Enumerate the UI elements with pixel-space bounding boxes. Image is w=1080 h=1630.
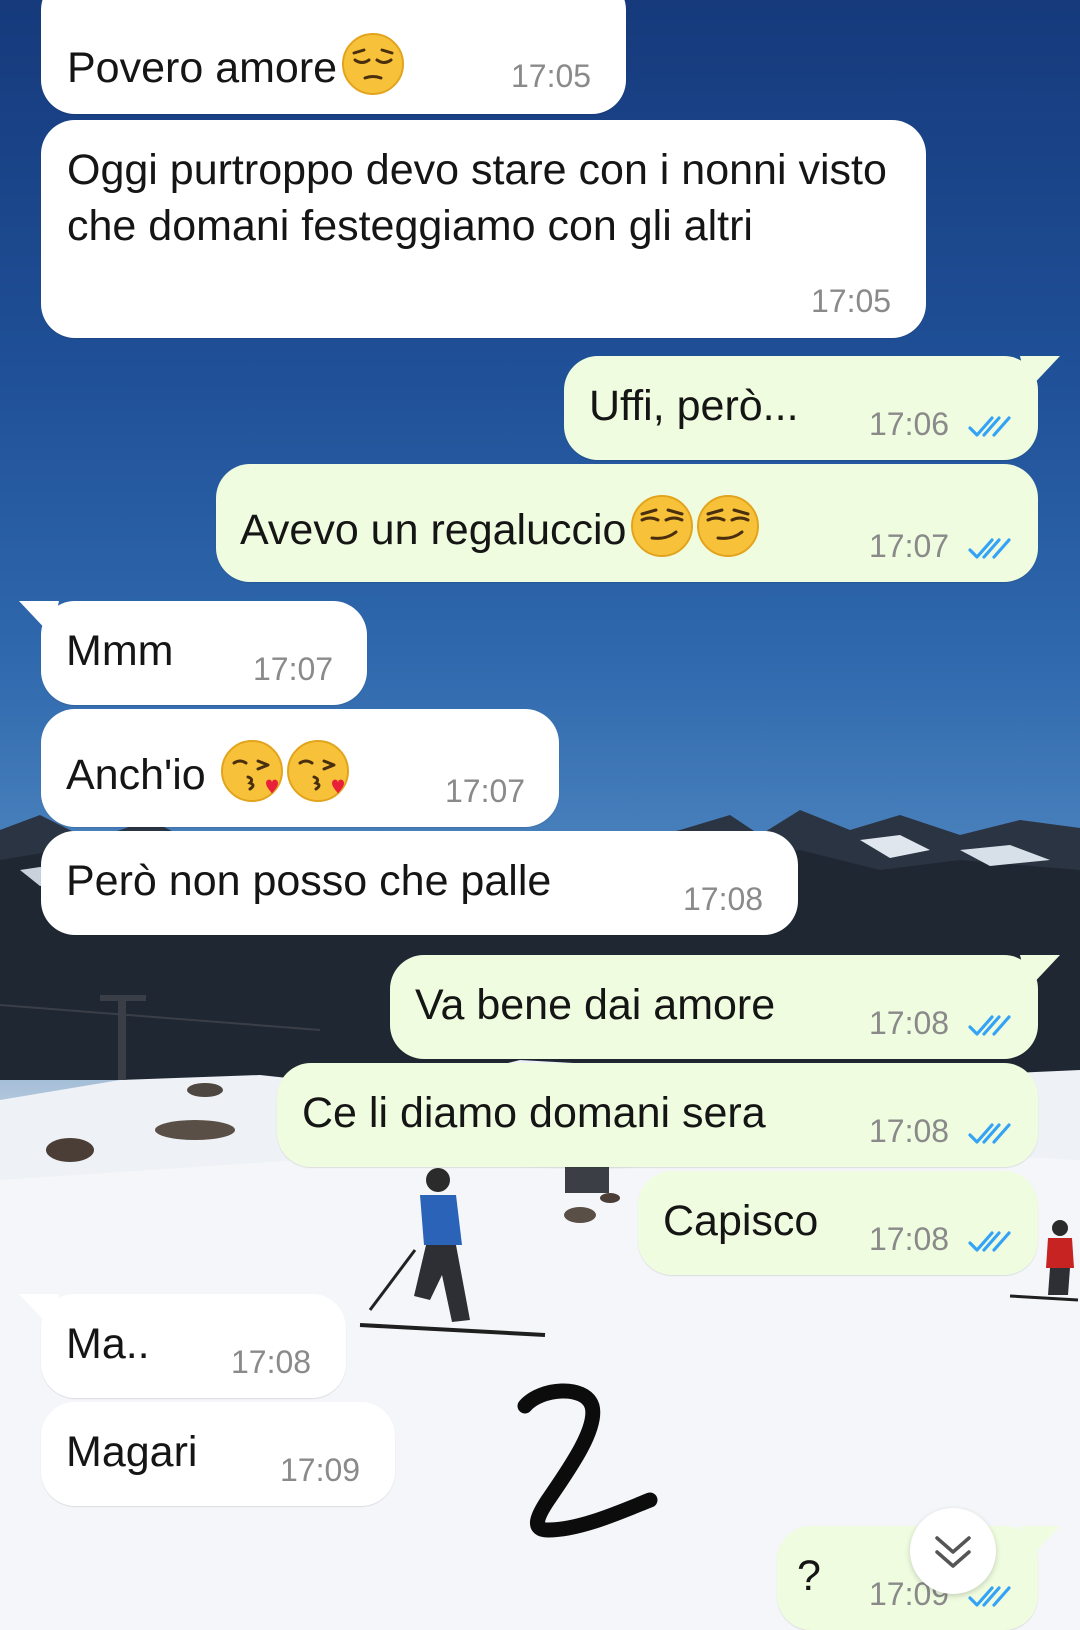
message-time: 17:08 [869, 1221, 950, 1257]
bubble-tail [1020, 955, 1060, 989]
message-text: Uffi, però... [589, 382, 799, 430]
message-time: 17:08 [869, 1005, 950, 1041]
message-time: 17:08 [869, 1113, 950, 1149]
bubble-tail [19, 1294, 59, 1328]
smirking-face-emoji-icon [696, 494, 760, 558]
message-text: ? [797, 1552, 821, 1600]
double-check-read-icon [968, 1015, 1011, 1036]
double-check-read-icon [968, 1123, 1011, 1144]
message-time: 17:06 [869, 406, 950, 442]
message-incoming[interactable]: Oggi purtroppo devo stare con i nonni vi… [41, 120, 926, 338]
message-text: Magari [66, 1428, 198, 1476]
message-text: Oggi purtroppo devo stare con i nonni vi… [67, 146, 887, 250]
message-text: Mmm [66, 627, 174, 675]
face-blowing-kiss-emoji-icon [220, 739, 284, 803]
message-time: 17:05 [811, 283, 892, 319]
message-time: 17:08 [683, 881, 764, 917]
double-check-read-icon [968, 538, 1011, 559]
pensive-face-emoji-icon [341, 32, 405, 96]
message-incoming[interactable]: Però non posso che palle 17:08 [41, 831, 798, 935]
message-incoming[interactable]: Mmm 17:07 [19, 601, 367, 705]
message-text: Capisco [663, 1197, 819, 1245]
double-check-read-icon [968, 416, 1011, 437]
message-incoming[interactable]: Povero amore 17:05 [41, 0, 626, 114]
message-text: Va bene dai amore [415, 981, 776, 1029]
message-time: 17:05 [511, 58, 592, 94]
message-outgoing[interactable]: Ce li diamo domani sera 17:08 [277, 1063, 1038, 1167]
bubble-tail [1020, 356, 1060, 390]
message-text: Povero amore [67, 44, 338, 92]
message-text: Anch'io [66, 751, 206, 799]
message-text: Però non posso che palle [66, 857, 552, 905]
message-incoming[interactable]: Ma.. 17:08 [19, 1294, 346, 1398]
message-outgoing[interactable]: Va bene dai amore 17:08 [390, 955, 1060, 1059]
message-outgoing[interactable]: Avevo un regaluccio 17:07 [216, 464, 1038, 582]
message-time: 17:09 [280, 1452, 361, 1488]
message-incoming[interactable]: Magari 17:09 [41, 1402, 395, 1506]
message-time: 17:07 [253, 651, 334, 687]
bubble-tail [1020, 1526, 1060, 1560]
message-time: 17:07 [869, 528, 950, 564]
message-incoming[interactable]: Anch'io 17:07 [41, 709, 559, 827]
message-text: Ma.. [66, 1320, 150, 1368]
message-time: 17:07 [445, 773, 526, 809]
message-outgoing[interactable]: Capisco 17:08 [638, 1171, 1038, 1275]
bubble-tail [19, 601, 59, 635]
message-outgoing[interactable]: ? 17:09 [777, 1526, 1060, 1630]
message-text: Ce li diamo domani sera [302, 1089, 766, 1137]
face-blowing-kiss-emoji-icon [286, 739, 350, 803]
double-check-read-icon [968, 1231, 1011, 1252]
scroll-to-bottom-button[interactable] [910, 1508, 996, 1594]
double-chevron-down-icon [935, 1536, 971, 1568]
message-time: 17:08 [231, 1344, 312, 1380]
message-outgoing[interactable]: Uffi, però... 17:06 [564, 356, 1060, 460]
smirking-face-emoji-icon [630, 494, 694, 558]
message-text: Avevo un regaluccio [240, 506, 627, 554]
